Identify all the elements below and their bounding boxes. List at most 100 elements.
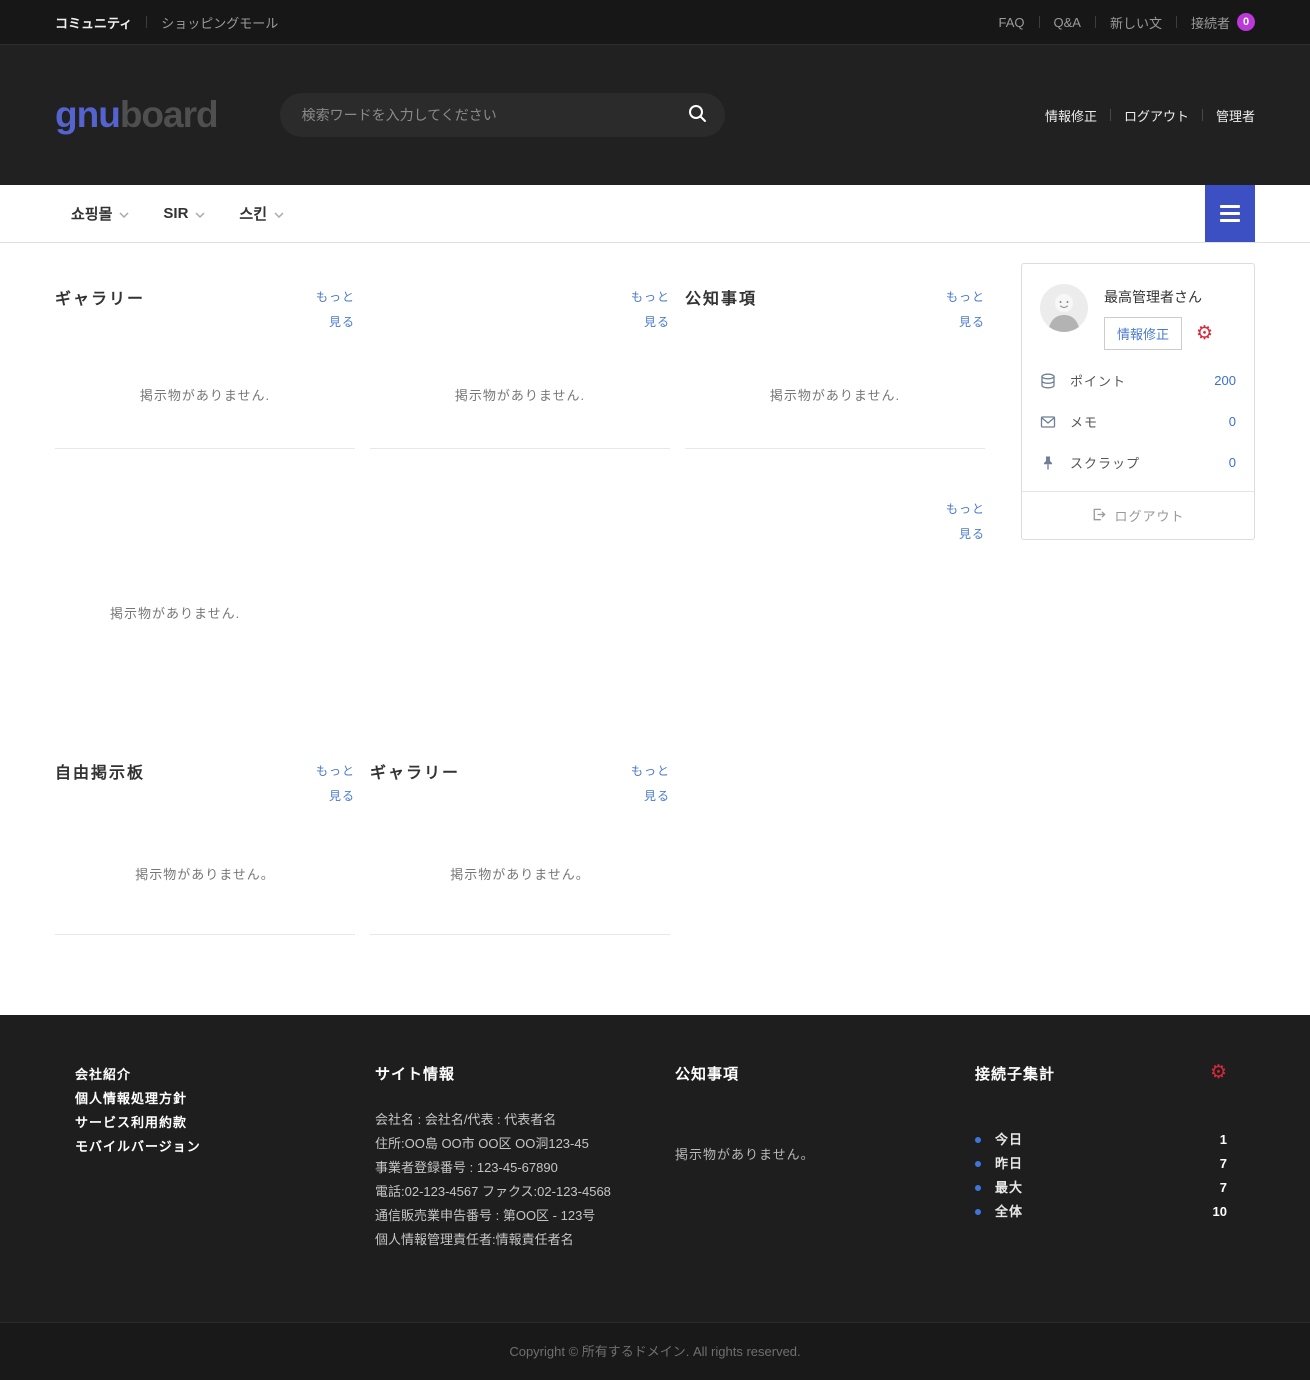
header-edit-info-link[interactable]: 情報修正 (1045, 106, 1097, 125)
main-nav: 쇼핑몰 SIR 스킨 (0, 185, 1310, 243)
header-logout-link[interactable]: ログアウト (1124, 106, 1189, 125)
topbar-shopping-mall-link[interactable]: ショッピングモール (161, 13, 278, 32)
visitor-stat-row: 昨日 7 (975, 1152, 1227, 1176)
topbar-new-posts-link[interactable]: 新しい文 (1110, 13, 1162, 32)
profile-logout-button[interactable]: ログアウト (1022, 491, 1254, 539)
site-info-line: 個人情報管理責任者:情報責任者名 (375, 1228, 655, 1252)
visitor-stat-value: 7 (1220, 1155, 1227, 1173)
footer-link-company[interactable]: 会社紹介 (75, 1063, 355, 1087)
visitor-stat-row: 今日 1 (975, 1128, 1227, 1152)
logout-label: ログアウト (1114, 506, 1184, 525)
copyright-bar: Copyright © 所有するドメイン. All rights reserve… (0, 1322, 1310, 1380)
visitor-stat-value: 7 (1220, 1179, 1227, 1197)
widget-untitled: もっと見る 掲示物がありません. (370, 263, 670, 449)
topbar-connected-link[interactable]: 接続者 (1191, 13, 1230, 32)
nav-item-label: SIR (163, 205, 188, 222)
header-admin-link[interactable]: 管理者 (1216, 106, 1255, 125)
visitor-stat-label: 昨日 (995, 1155, 1023, 1173)
logo-gnu-text: gnu (55, 94, 120, 135)
stat-label: スクラップ (1070, 453, 1140, 472)
topbar-qna-link[interactable]: Q&A (1054, 15, 1081, 30)
nav-item-skin[interactable]: 스킨 (239, 203, 284, 224)
footer-notice: 公知事項 掲示物がありません。 (655, 1063, 955, 1252)
profile-edit-button[interactable]: 情報修正 (1104, 317, 1182, 350)
empty-message: 掲示物がありません。 (370, 864, 670, 883)
topbar-faq-link[interactable]: FAQ (998, 15, 1024, 30)
header: gnuboard 情報修正 ログアウト 管理者 (0, 45, 1310, 185)
chevron-down-icon (188, 205, 205, 222)
site-info-line: 住所:OO島 OO市 OO区 OO洞123-45 (375, 1132, 655, 1156)
nav-item-label: 스킨 (239, 203, 267, 224)
visitor-stat-value: 1 (1220, 1131, 1227, 1149)
empty-message: 掲示物がありません. (55, 385, 355, 404)
profile-scrap-row[interactable]: スクラップ 0 (1022, 442, 1254, 483)
stat-value: 0 (1229, 414, 1236, 429)
visitor-stat-row: 全体 10 (975, 1200, 1227, 1224)
search-button[interactable] (688, 104, 707, 126)
widget-title: 公知事項 (685, 285, 757, 309)
logout-icon (1091, 507, 1106, 525)
site-info-line: 事業者登録番号 : 123-45-67890 (375, 1156, 655, 1180)
footer-visitors-title: 接続子集計 (975, 1063, 1055, 1084)
gear-icon[interactable]: ⚙ (1196, 324, 1213, 343)
more-link[interactable]: もっと見る (628, 285, 670, 335)
logo[interactable]: gnuboard (55, 94, 218, 136)
divider (146, 16, 147, 28)
widget-gallery-2: ギャラリー もっと見る 掲示物がありません。 (370, 737, 670, 935)
stat-value: 200 (1214, 373, 1236, 388)
chevron-down-icon (112, 205, 129, 222)
footer-site-info: サイト情報 会社名 : 会社名/代表 : 代表者名 住所:OO島 OO市 OO区… (355, 1063, 655, 1252)
empty-message: 掲示物がありません. (685, 385, 985, 404)
footer-site-info-title: サイト情報 (375, 1063, 655, 1084)
more-link[interactable]: もっと見る (313, 285, 355, 335)
footer-link-privacy[interactable]: 個人情報処理方針 (75, 1087, 355, 1111)
profile-memo-row[interactable]: メモ 0 (1022, 401, 1254, 442)
profile-points-row[interactable]: ポイント 200 (1022, 360, 1254, 401)
bullet-icon (975, 1137, 981, 1143)
site-info-line: 通信販売業申告番号 : 第OO区 - 123号 (375, 1204, 655, 1228)
main-content: ギャラリー もっと見る 掲示物がありません. もっと見る 掲示物がありません. … (0, 243, 1310, 1015)
search-icon (688, 104, 707, 126)
search-box (280, 93, 725, 137)
search-input[interactable] (302, 107, 688, 123)
nav-item-shopping[interactable]: 쇼핑몰 (71, 203, 129, 224)
topbar-community-link[interactable]: コミュニティ (55, 13, 132, 32)
visitor-stat-row: 最大 7 (975, 1176, 1227, 1200)
widget-gallery: ギャラリー もっと見る 掲示物がありません. (55, 263, 355, 449)
more-link[interactable]: もっと見る (943, 285, 985, 335)
site-info-line: 会社名 : 会社名/代表 : 代表者名 (375, 1108, 655, 1132)
nav-item-label: 쇼핑몰 (71, 203, 112, 224)
more-link[interactable]: もっと見る (943, 497, 985, 547)
bullet-icon (975, 1161, 981, 1167)
widget-free-board: 自由掲示板 もっと見る 掲示物がありません。 (55, 737, 355, 935)
chevron-down-icon (267, 205, 284, 222)
site-footer: 会社紹介 個人情報処理方針 サービス利用約款 モバイルバージョン サイト情報 会… (0, 1015, 1310, 1322)
points-icon (1040, 373, 1058, 389)
divider (1202, 109, 1203, 121)
gear-icon[interactable]: ⚙ (1210, 1063, 1227, 1082)
nav-item-sir[interactable]: SIR (163, 205, 205, 222)
hamburger-icon (1220, 205, 1240, 222)
stat-value: 0 (1229, 455, 1236, 470)
memo-icon (1040, 414, 1058, 430)
visitor-stat-value: 10 (1213, 1203, 1227, 1221)
logo-board-text: board (120, 94, 218, 135)
widget-title: 自由掲示板 (55, 759, 145, 783)
more-link[interactable]: もっと見る (628, 759, 670, 809)
footer-link-mobile[interactable]: モバイルバージョン (75, 1135, 355, 1159)
divider (1110, 109, 1111, 121)
footer-visitor-stats: 接続子集計 ⚙ 今日 1 昨日 7 最大 7 (955, 1063, 1255, 1252)
divider (1095, 16, 1096, 28)
scrap-icon (1040, 455, 1058, 471)
footer-link-terms[interactable]: サービス利用約款 (75, 1111, 355, 1135)
visitor-stat-label: 最大 (995, 1179, 1023, 1197)
stat-label: メモ (1070, 412, 1098, 431)
more-link[interactable]: もっと見る (313, 759, 355, 809)
avatar[interactable] (1040, 284, 1088, 332)
empty-message: 掲示物がありません. (55, 603, 985, 622)
latest-widgets-row-2: 自由掲示板 もっと見る 掲示物がありません。 ギャラリー もっと見る 掲示物があ… (55, 737, 985, 935)
menu-toggle-button[interactable] (1205, 185, 1255, 242)
stat-label: ポイント (1070, 371, 1126, 390)
widget-notice: 公知事項 もっと見る 掲示物がありません. (685, 263, 985, 449)
profile-card: 最高管理者さん 情報修正 ⚙ ポイント 200 (1021, 263, 1255, 540)
